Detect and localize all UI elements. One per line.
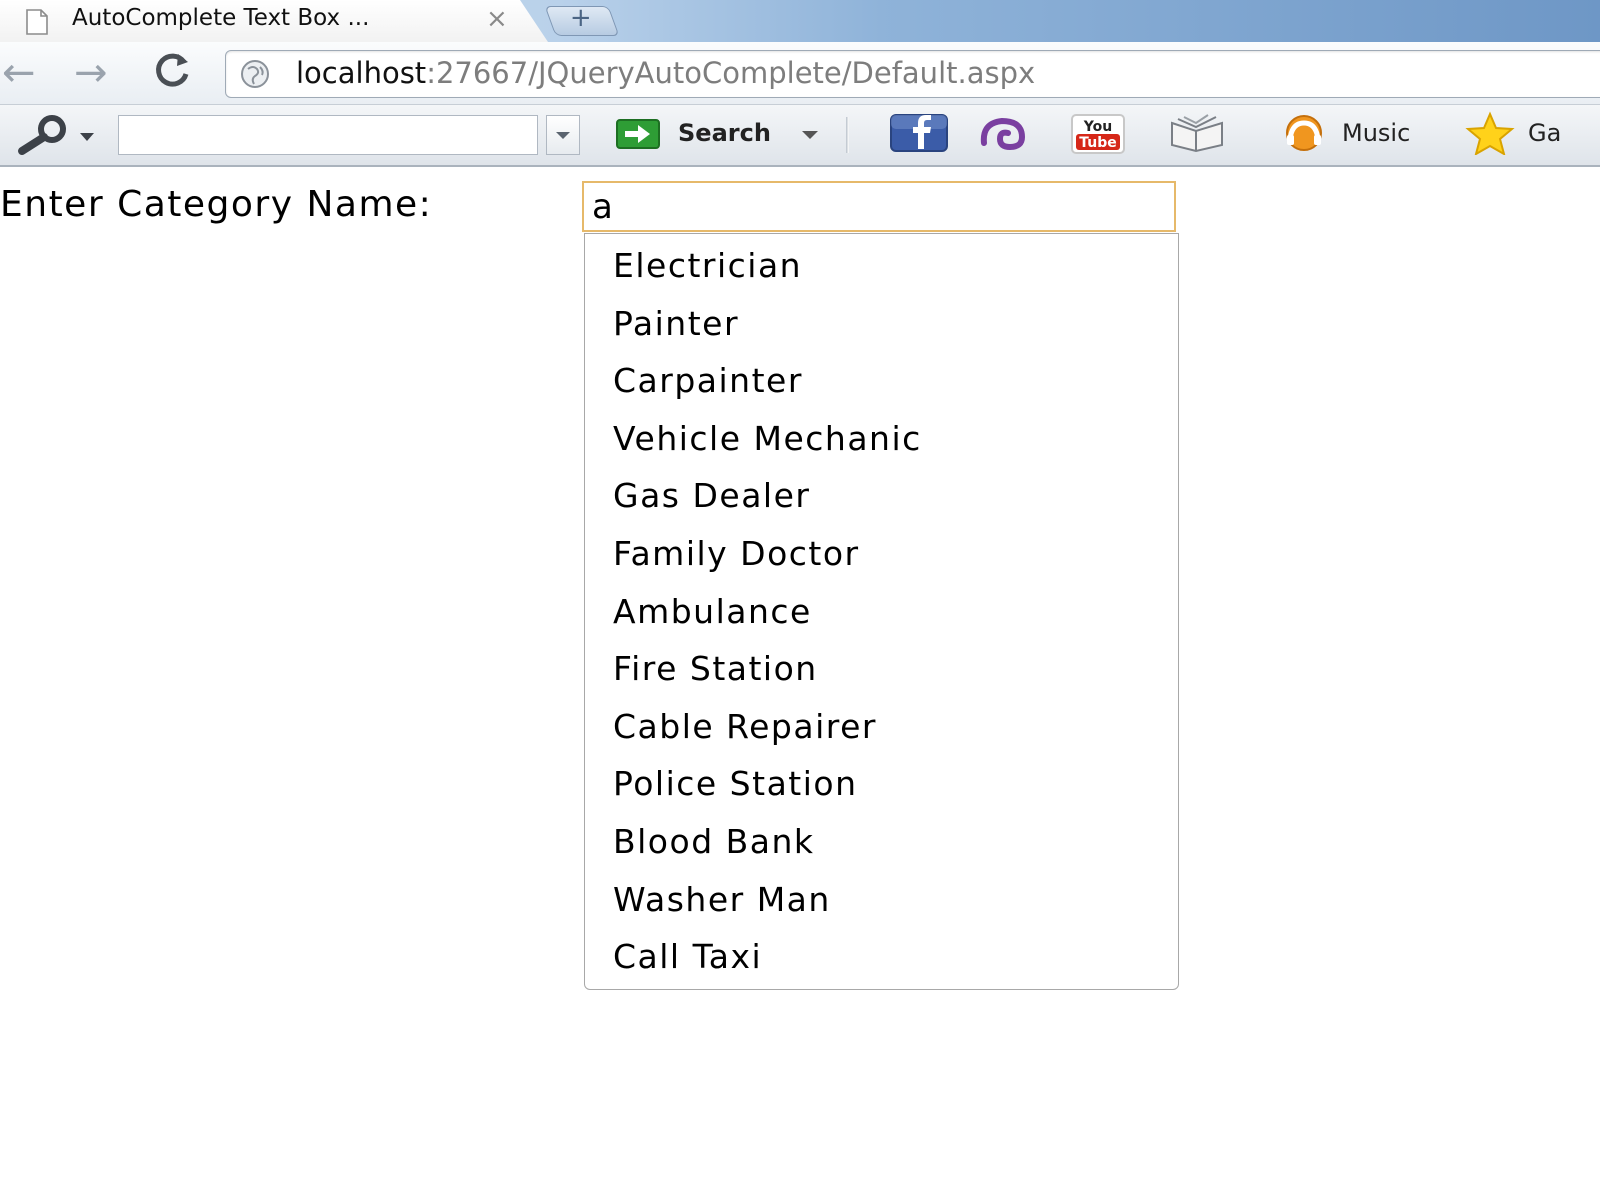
tab-title: AutoComplete Text Box ... xyxy=(72,5,370,31)
category-label: Enter Category Name: xyxy=(0,184,433,225)
reload-icon xyxy=(156,53,189,87)
toolbar-search-dropdown[interactable] xyxy=(546,115,580,155)
autocomplete-item[interactable]: Electrician xyxy=(613,241,802,291)
navigation-bar: ← → localhost:27667/JQueryAutoComplete/D… xyxy=(0,42,1600,105)
autocomplete-item[interactable]: Family Doctor xyxy=(613,529,860,579)
url-text: localhost:27667/JQueryAutoComplete/Defau… xyxy=(296,56,1035,90)
autocomplete-item[interactable]: Police Station xyxy=(613,759,858,809)
plus-icon: + xyxy=(569,3,592,33)
browser-tab[interactable]: AutoComplete Text Box ... × xyxy=(0,0,548,42)
url-host: localhost xyxy=(296,56,427,90)
chevron-down-icon[interactable] xyxy=(802,131,818,139)
green-arrow-icon[interactable] xyxy=(616,119,660,149)
autocomplete-item[interactable]: Vehicle Mechanic xyxy=(613,414,922,464)
toolbar-divider xyxy=(846,117,849,153)
youtube-icon-text-bottom: Tube xyxy=(1079,135,1117,151)
autocomplete-item[interactable]: Cable Repairer xyxy=(613,702,877,752)
address-bar[interactable]: localhost:27667/JQueryAutoComplete/Defau… xyxy=(225,50,1600,98)
autocomplete-item[interactable]: Ambulance xyxy=(613,587,812,637)
new-tab-button[interactable]: + xyxy=(544,3,620,36)
autocomplete-item[interactable]: Fire Station xyxy=(613,644,818,694)
autocomplete-item[interactable]: Blood Bank xyxy=(613,817,815,867)
facebook-icon[interactable] xyxy=(890,113,948,153)
toolbar-search-button[interactable]: Search xyxy=(678,119,771,147)
page-icon xyxy=(26,9,48,35)
reload-button[interactable] xyxy=(150,50,194,100)
games-button[interactable]: Ga xyxy=(1528,119,1561,147)
autocomplete-list: Electrician Painter Carpainter Vehicle Mech… xyxy=(584,233,1179,990)
autocomplete-item[interactable]: Call Taxi xyxy=(613,932,762,982)
globe-icon xyxy=(241,60,269,88)
tab-strip: AutoComplete Text Box ... × + xyxy=(0,0,1600,42)
autocomplete-item[interactable]: Painter xyxy=(613,299,739,349)
url-path: :27667/JQueryAutoComplete/Default.aspx xyxy=(426,56,1036,90)
toolbar-search-input[interactable] xyxy=(118,115,538,155)
category-input[interactable] xyxy=(582,181,1176,232)
forward-button[interactable]: → xyxy=(74,50,108,96)
autocomplete-item[interactable]: Gas Dealer xyxy=(613,471,810,521)
star-icon[interactable] xyxy=(1462,111,1518,155)
youtube-icon-text-top: You xyxy=(1083,119,1112,135)
autocomplete-item[interactable]: Carpainter xyxy=(613,356,803,406)
purple-swirl-icon[interactable] xyxy=(978,113,1028,153)
close-tab-icon[interactable]: × xyxy=(486,4,508,34)
music-icon[interactable] xyxy=(1276,113,1332,153)
autocomplete-item[interactable]: Washer Man xyxy=(613,875,831,925)
music-button[interactable]: Music xyxy=(1342,119,1410,147)
magnifier-icon[interactable] xyxy=(8,113,98,157)
youtube-icon[interactable]: You Tube xyxy=(1070,113,1126,155)
search-toolbar: Search You Tube Music Ga xyxy=(0,105,1600,167)
back-button[interactable]: ← xyxy=(2,50,36,96)
book-icon[interactable] xyxy=(1166,113,1228,153)
